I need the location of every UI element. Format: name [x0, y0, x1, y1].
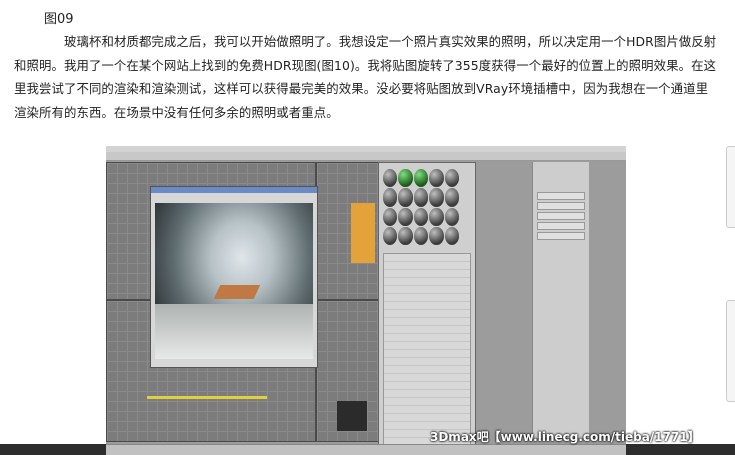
app-status-bar — [106, 444, 626, 455]
material-slots — [383, 169, 459, 245]
material-editor-panel — [378, 162, 476, 454]
render-window-titlebar — [151, 187, 317, 193]
figure-caption: 图09 — [44, 12, 74, 27]
command-panel — [532, 162, 589, 438]
render-frame-window — [150, 186, 318, 368]
app-toolbar — [106, 152, 626, 161]
viewport-front — [316, 162, 380, 300]
viewport-perspective — [316, 300, 380, 442]
body-paragraph: 玻璃杯和材质都完成之后，我可以开始做照明了。我想设定一个照片真实效果的照明，所以… — [14, 34, 717, 120]
render-preview-image — [155, 203, 313, 359]
watermark-text: 3Dmax吧【www.linecg.com/tieba/1771】 — [430, 430, 700, 444]
side-tab-upper[interactable] — [726, 146, 735, 228]
side-tab-lower[interactable] — [726, 300, 735, 402]
material-parameters — [383, 253, 471, 445]
embedded-3dsmax-screenshot — [106, 146, 626, 455]
